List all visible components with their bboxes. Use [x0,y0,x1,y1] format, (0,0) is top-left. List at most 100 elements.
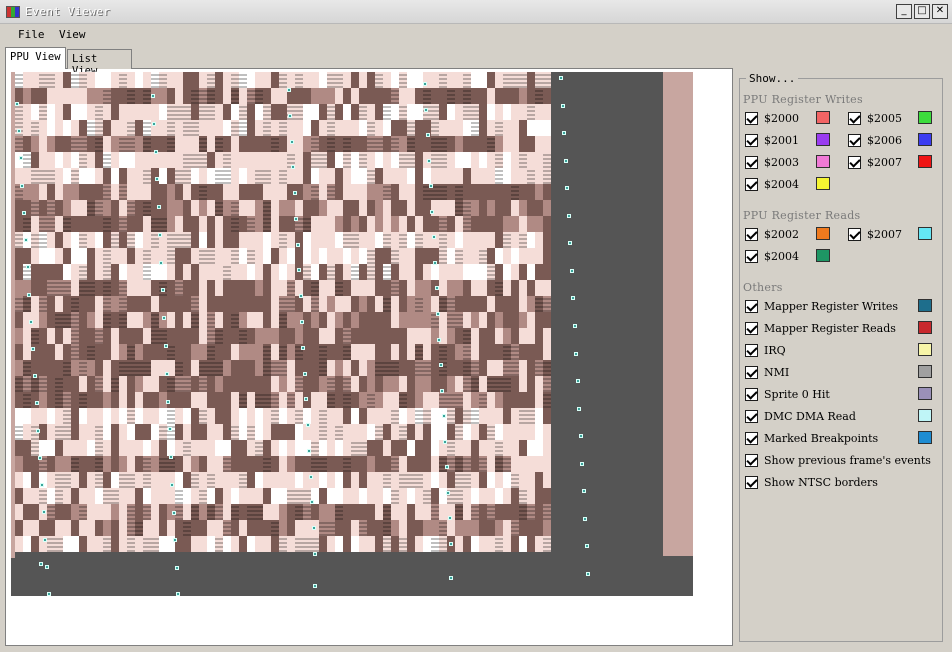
color-swatch-read-2004[interactable] [816,249,830,262]
color-swatch-write-2003[interactable] [816,155,830,168]
event-marker[interactable] [288,113,293,118]
event-marker[interactable] [169,455,174,460]
option-write-2001[interactable]: $2001 [745,132,799,148]
event-marker[interactable] [565,186,569,191]
event-marker[interactable] [173,538,178,543]
event-marker[interactable] [289,139,294,144]
event-marker[interactable] [43,537,48,542]
event-marker[interactable] [581,489,586,494]
checkbox-read-2002[interactable] [745,227,758,241]
event-marker[interactable] [446,490,451,495]
checkbox-write-2006[interactable] [848,133,861,147]
event-marker[interactable] [562,131,566,136]
checkbox-read-2007[interactable] [848,227,861,241]
event-marker[interactable] [287,88,291,92]
ppu-event-canvas[interactable] [11,72,693,596]
event-marker[interactable] [440,388,445,393]
option-marked-breakpoints[interactable]: Marked Breakpoints [745,430,878,446]
event-marker[interactable] [575,379,580,384]
event-marker[interactable] [159,260,164,265]
color-swatch-mapper-reads[interactable] [918,321,932,334]
event-marker[interactable] [45,564,50,569]
color-swatch-nmi[interactable] [918,365,932,378]
event-marker[interactable] [23,238,28,243]
event-marker[interactable] [41,510,46,515]
event-marker[interactable] [311,526,316,531]
event-marker[interactable] [437,337,442,342]
option-dmc-dma-read[interactable]: DMC DMA Read [745,408,856,424]
event-marker[interactable] [310,500,315,505]
event-marker[interactable] [29,319,34,324]
color-swatch-read-2007[interactable] [918,227,932,240]
checkbox-read-2004[interactable] [745,249,758,263]
option-read-2004[interactable]: $2004 [745,248,799,264]
checkbox-write-2005[interactable] [848,111,861,125]
checkbox-write-2003[interactable] [745,155,758,169]
event-marker[interactable] [160,288,165,293]
option-write-2003[interactable]: $2003 [745,154,799,170]
checkbox-irq[interactable] [745,343,758,357]
close-button[interactable]: ✕ [932,4,948,19]
event-marker[interactable] [447,516,452,521]
option-show-previous-frame[interactable]: Show previous frame's events [745,452,931,468]
event-marker[interactable] [295,242,300,247]
event-marker[interactable] [301,345,306,350]
event-marker[interactable] [307,448,312,453]
event-marker[interactable] [157,232,162,237]
event-marker[interactable] [294,216,299,221]
option-nmi[interactable]: NMI [745,364,789,380]
event-marker[interactable] [563,158,568,163]
event-marker[interactable] [31,347,35,351]
event-marker[interactable] [39,562,43,566]
color-swatch-irq[interactable] [918,343,932,356]
event-marker[interactable] [431,235,436,240]
menu-view[interactable]: View [59,28,86,41]
color-swatch-write-2005[interactable] [918,111,932,124]
event-marker[interactable] [291,165,296,170]
event-marker[interactable] [298,294,303,299]
event-marker[interactable] [25,265,30,270]
event-marker[interactable] [583,516,587,521]
event-marker[interactable] [313,552,317,556]
checkbox-mapper-reads[interactable] [745,321,758,335]
tab-list-view[interactable]: List View [67,49,132,77]
event-marker[interactable] [156,205,161,210]
event-marker[interactable] [425,133,430,138]
event-marker[interactable] [560,103,565,108]
event-marker[interactable] [166,399,171,404]
event-marker[interactable] [438,363,443,368]
option-read-2007[interactable]: $2007 [848,226,902,242]
event-marker[interactable] [39,483,44,488]
checkbox-mapper-writes[interactable] [745,299,758,313]
event-marker[interactable] [32,374,37,379]
event-marker[interactable] [430,209,435,214]
event-marker[interactable] [170,482,175,487]
color-swatch-write-2006[interactable] [918,133,932,146]
color-swatch-dmc-dma-read[interactable] [918,409,932,422]
event-marker[interactable] [441,414,446,419]
color-swatch-write-2007[interactable] [918,155,932,168]
minimize-button[interactable]: _ [896,4,912,19]
event-marker[interactable] [449,542,453,546]
color-swatch-mapper-writes[interactable] [918,299,932,312]
event-marker[interactable] [171,510,176,515]
event-marker[interactable] [20,183,25,188]
option-write-2000[interactable]: $2000 [745,110,799,126]
event-marker[interactable] [164,371,169,376]
event-marker[interactable] [15,102,19,106]
event-marker[interactable] [423,82,427,86]
event-marker[interactable] [167,427,172,432]
event-marker[interactable] [449,576,453,580]
event-marker[interactable] [566,213,571,218]
event-marker[interactable] [434,286,439,291]
event-marker[interactable] [304,397,309,402]
checkbox-show-previous-frame[interactable] [745,453,758,467]
event-marker[interactable] [163,344,168,348]
event-marker[interactable] [572,324,577,328]
color-swatch-write-2000[interactable] [816,111,830,124]
event-marker[interactable] [424,107,429,112]
option-mapper-reads[interactable]: Mapper Register Reads [745,320,896,336]
event-marker[interactable] [584,544,589,549]
option-write-2004[interactable]: $2004 [745,176,799,192]
event-marker[interactable] [174,566,179,571]
